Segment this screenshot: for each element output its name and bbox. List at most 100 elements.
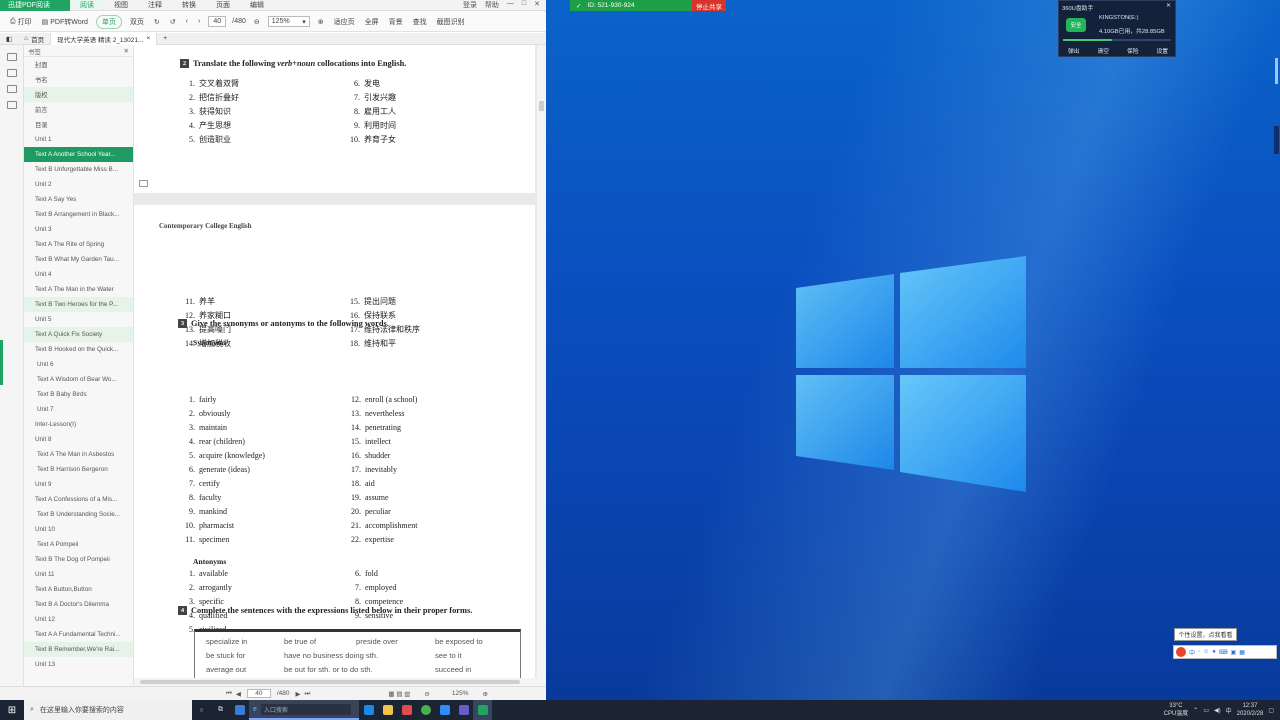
scroll-thumb[interactable] [140,680,520,684]
outline-item[interactable]: Text B Unforgettable Miss B... [24,162,133,177]
eject-button[interactable]: 弹出 [1068,46,1080,55]
rotate-right-icon[interactable]: ↻ [152,18,162,26]
horizontal-scrollbar[interactable] [134,678,537,686]
status-zoom-value[interactable]: 125% [452,690,469,697]
find-button[interactable]: 查找 [411,17,429,27]
tray-lang[interactable]: 中 [1226,706,1232,715]
outline-item[interactable]: Text A Button,Button [24,582,133,597]
outline-item[interactable]: Text A The Man in Asbestos [24,447,133,462]
tab-document[interactable]: 现代大学英语 精读 2_13021... × [50,32,158,45]
outline-item[interactable]: Unit 11 [24,567,133,582]
outline-item[interactable]: Unit 1 [24,132,133,147]
outline-item[interactable]: Text B The Dog of Pompeii [24,552,133,567]
new-tab-icon[interactable]: + [157,33,173,45]
prev-page-icon[interactable]: ‹ [184,18,190,25]
outline-item[interactable]: Text A A Fundamental Techni... [24,627,133,642]
attachment-panel-icon[interactable] [6,101,17,109]
taskbar-search[interactable]: ⌕ 在这里输入你要搜索的内容 [24,700,192,720]
outline-item[interactable]: Unit 6 [24,357,133,372]
thumbnail-panel-icon[interactable] [6,69,17,77]
double-page-button[interactable]: 双页 [128,17,146,27]
outline-item[interactable]: 目录 [24,117,133,132]
vertical-scrollbar[interactable] [537,45,546,686]
start-button[interactable]: ⊞ [0,700,24,720]
ie-search-field[interactable]: 入口搜索 [260,703,351,715]
print-button[interactable]: ⎙ 打印 [8,17,34,27]
outline-item[interactable]: Text B A Doctor's Dilemma [24,597,133,612]
outline-item[interactable]: Unit 5 [24,312,133,327]
outline-item[interactable]: Text A The Man in the Water [24,282,133,297]
outline-item[interactable]: 版权 [24,87,133,102]
outline-item[interactable]: 封面 [24,57,133,72]
outline-item[interactable]: Text B Hooked on the Quick... [24,342,133,357]
outline-item[interactable]: Text A Pompeii [24,537,133,552]
outline-item[interactable]: Unit 8 [24,432,133,447]
outline-item[interactable]: Text A Wisdom of Bear Wo... [24,372,133,387]
mic-icon[interactable]: ● [1212,649,1216,655]
outline-close-icon[interactable]: ✕ [124,47,129,55]
protect-button[interactable]: 保险 [1127,46,1139,55]
login-button[interactable]: 登录 [463,0,477,10]
toolbox-icon[interactable]: ▦ [1239,649,1245,656]
outline-item[interactable]: Text B Harrison Bergeron [24,462,133,477]
widget-close-icon[interactable]: ✕ [1166,3,1171,9]
keyboard-icon[interactable]: ⌨ [1219,649,1228,656]
outline-item[interactable]: 前言 [24,102,133,117]
stop-share-button[interactable]: 停止共享 [692,0,726,11]
menu-page[interactable]: 页面 [206,0,240,10]
outline-item[interactable]: Unit 12 [24,612,133,627]
punctuation-icon[interactable]: ◦ [1198,649,1200,655]
menu-convert[interactable]: 转换 [172,0,206,10]
page-input[interactable]: 40 [208,16,227,27]
status-zoom-out-icon[interactable]: ⊖ [424,690,429,698]
tray-up-icon[interactable]: ⌃ [1193,707,1198,714]
menu-view[interactable]: 视图 [104,0,138,10]
status-page-input[interactable]: 40 [246,689,271,698]
outline-item[interactable]: Text B What My Garden Tau... [24,252,133,267]
outline-item[interactable]: Text A Another School Year... [24,147,133,162]
next-page-icon[interactable]: › [196,18,202,25]
task-view-icon[interactable]: ⧉ [211,700,230,720]
help-button[interactable]: 帮助 [485,0,499,10]
maximize-icon[interactable]: □ [522,0,526,10]
outline-item[interactable]: Text A The Rite of Spring [24,237,133,252]
clock[interactable]: 12:37 2020/2/28 [1237,702,1264,718]
view-mode-icon[interactable]: ▦ ▤ ▥ [388,690,410,698]
outline-item[interactable]: Text A Quick Fix Society [24,327,133,342]
cortana-icon[interactable]: ○ [192,700,211,720]
single-page-button[interactable]: 单页 [95,14,122,29]
minimize-icon[interactable]: — [507,0,514,10]
outline-item[interactable]: Text B Two Heroes for the P... [24,297,133,312]
pdf-to-word-button[interactable]: ▤ PDF转Word [40,17,90,27]
outline-item[interactable]: Unit 4 [24,267,133,282]
sogou-logo-icon[interactable] [1176,647,1186,657]
edge-handle[interactable] [1275,58,1278,84]
nav-back-icon[interactable]: ◧ [0,33,18,45]
outline-item[interactable]: Unit 7 [24,402,133,417]
comment-panel-icon[interactable] [6,85,17,93]
explorer-icon[interactable] [378,700,397,720]
menu-read[interactable]: 阅读 [70,0,104,10]
prev-page-icon[interactable]: ◀ [236,690,241,698]
sheet-icon[interactable] [397,700,416,720]
clear-button[interactable]: 清空 [1097,46,1109,55]
outline-item[interactable]: 书名 [24,72,133,87]
outline-item[interactable]: Text B Remember,We're Rai... [24,642,133,657]
background-button[interactable]: 背景 [387,17,405,27]
outline-item[interactable]: Unit 13 [24,657,133,672]
ime-lang[interactable]: 中 [1189,648,1195,657]
outline-item[interactable]: Unit 10 [24,522,133,537]
notification-icon[interactable]: ▢ [1268,707,1274,714]
zoom-select[interactable]: 125% ▾ [267,16,310,27]
zoom-in-icon[interactable]: ⊕ [316,18,326,26]
edge-icon[interactable] [359,700,378,720]
menu-edit[interactable]: 编辑 [240,0,274,10]
tab-home[interactable]: ⌂ 首页 [18,33,50,45]
outline-item[interactable]: Text A Say Yes [24,192,133,207]
outline-item[interactable]: Text A Confessions of a Mis... [24,492,133,507]
fit-page-button[interactable]: 适应页 [332,17,357,27]
scroll-thumb[interactable] [539,101,544,111]
settings-button[interactable]: 设置 [1156,46,1168,55]
outline-item[interactable]: Inter-Lesson(Ⅰ) [24,417,133,432]
outline-item[interactable]: Unit 3 [24,222,133,237]
